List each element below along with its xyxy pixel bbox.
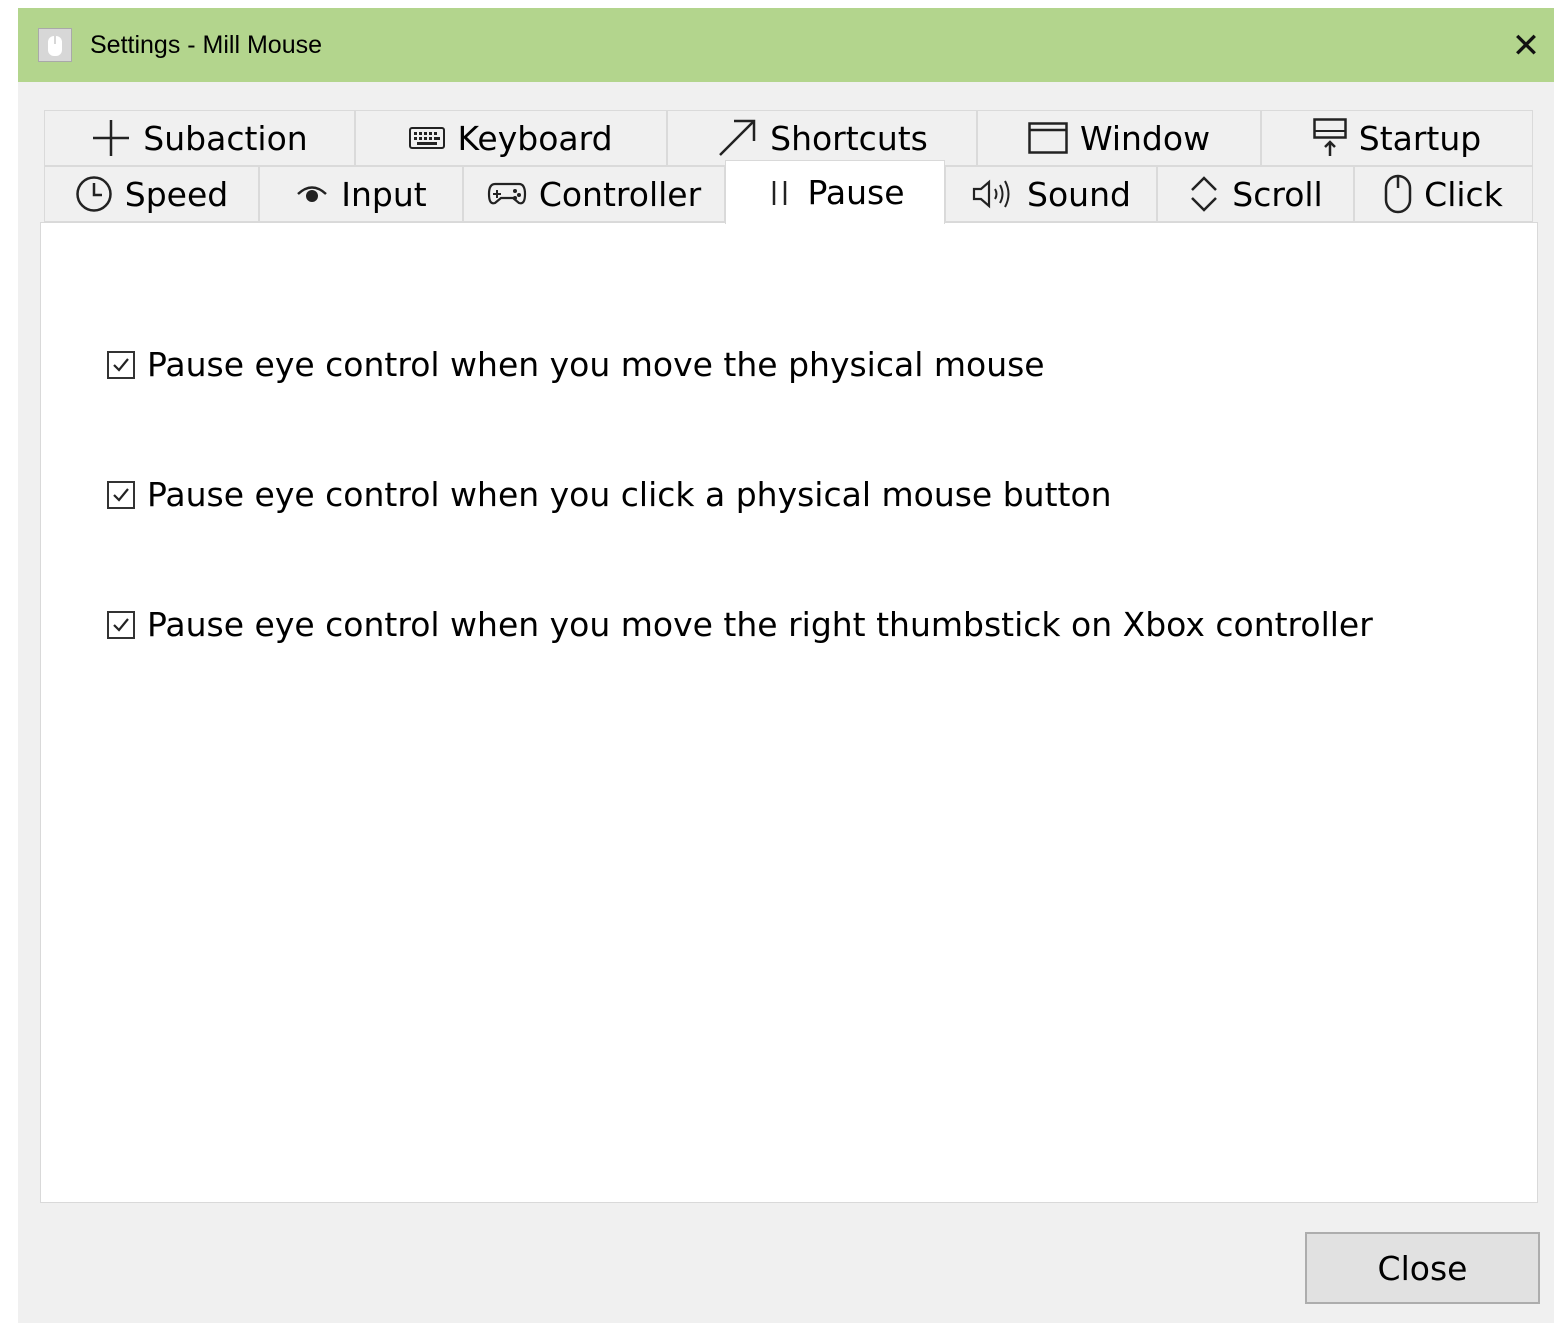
mouse-app-icon — [38, 28, 72, 62]
tab-controller[interactable]: Controller — [463, 166, 725, 222]
checkbox-box[interactable] — [107, 350, 135, 379]
pause-on-mouse-click-checkbox[interactable]: Pause eye control when you click a physi… — [107, 475, 1112, 514]
tab-label: Sound — [1027, 174, 1131, 214]
mouse-icon — [1384, 174, 1412, 214]
close-window-icon[interactable]: ✕ — [1506, 26, 1546, 66]
arrow-up-right-icon — [716, 117, 758, 159]
tab-label: Window — [1079, 118, 1211, 158]
tab-label: Click — [1424, 174, 1503, 214]
tab-pause[interactable]: Pause — [725, 160, 945, 224]
tab-label: Input — [341, 174, 427, 214]
pause-settings-panel: Pause eye control when you move the phys… — [40, 222, 1538, 1203]
speaker-icon — [971, 177, 1015, 211]
tab-sound[interactable]: Sound — [945, 166, 1157, 222]
pause-on-thumbstick-checkbox[interactable]: Pause eye control when you move the righ… — [107, 605, 1373, 644]
tab-startup[interactable]: Startup — [1261, 110, 1533, 166]
close-button[interactable]: Close — [1305, 1232, 1540, 1304]
tab-window[interactable]: Window — [977, 110, 1261, 166]
tab-input[interactable]: Input — [259, 166, 463, 222]
eye-icon — [295, 183, 329, 205]
checkbox-label: Pause eye control when you click a physi… — [147, 475, 1112, 514]
tab-label: Scroll — [1232, 174, 1323, 214]
tab-keyboard[interactable]: Keyboard — [355, 110, 667, 166]
scroll-icon — [1188, 174, 1220, 214]
tab-label: Startup — [1358, 118, 1482, 158]
title-bar: Settings - Mill Mouse ✕ — [18, 8, 1554, 82]
tab-click[interactable]: Click — [1354, 166, 1533, 222]
tab-scroll[interactable]: Scroll — [1157, 166, 1354, 222]
startup-icon — [1313, 118, 1347, 158]
clock-icon — [75, 175, 113, 213]
checkbox-box[interactable] — [107, 610, 135, 639]
checkbox-label: Pause eye control when you move the phys… — [147, 345, 1045, 384]
tab-label: Subaction — [143, 118, 308, 158]
pause-icon — [765, 178, 795, 208]
tab-shortcuts[interactable]: Shortcuts — [667, 110, 977, 166]
tab-label: Controller — [538, 174, 702, 214]
tab-label: Shortcuts — [770, 118, 928, 158]
settings-window: Settings - Mill Mouse ✕ Subaction Keyboa… — [18, 8, 1554, 1323]
plus-icon — [91, 118, 131, 158]
tab-subaction[interactable]: Subaction — [44, 110, 355, 166]
window-icon — [1028, 122, 1068, 154]
window-title: Settings - Mill Mouse — [90, 31, 323, 59]
pause-on-mouse-move-checkbox[interactable]: Pause eye control when you move the phys… — [107, 345, 1045, 384]
tab-label: Pause — [807, 173, 905, 212]
keyboard-icon — [409, 127, 446, 149]
tab-speed[interactable]: Speed — [44, 166, 259, 222]
checkbox-box[interactable] — [107, 480, 135, 509]
checkbox-label: Pause eye control when you move the righ… — [147, 605, 1373, 644]
gamepad-icon — [487, 181, 527, 207]
tab-label: Keyboard — [457, 118, 613, 158]
tab-label: Speed — [124, 174, 229, 214]
